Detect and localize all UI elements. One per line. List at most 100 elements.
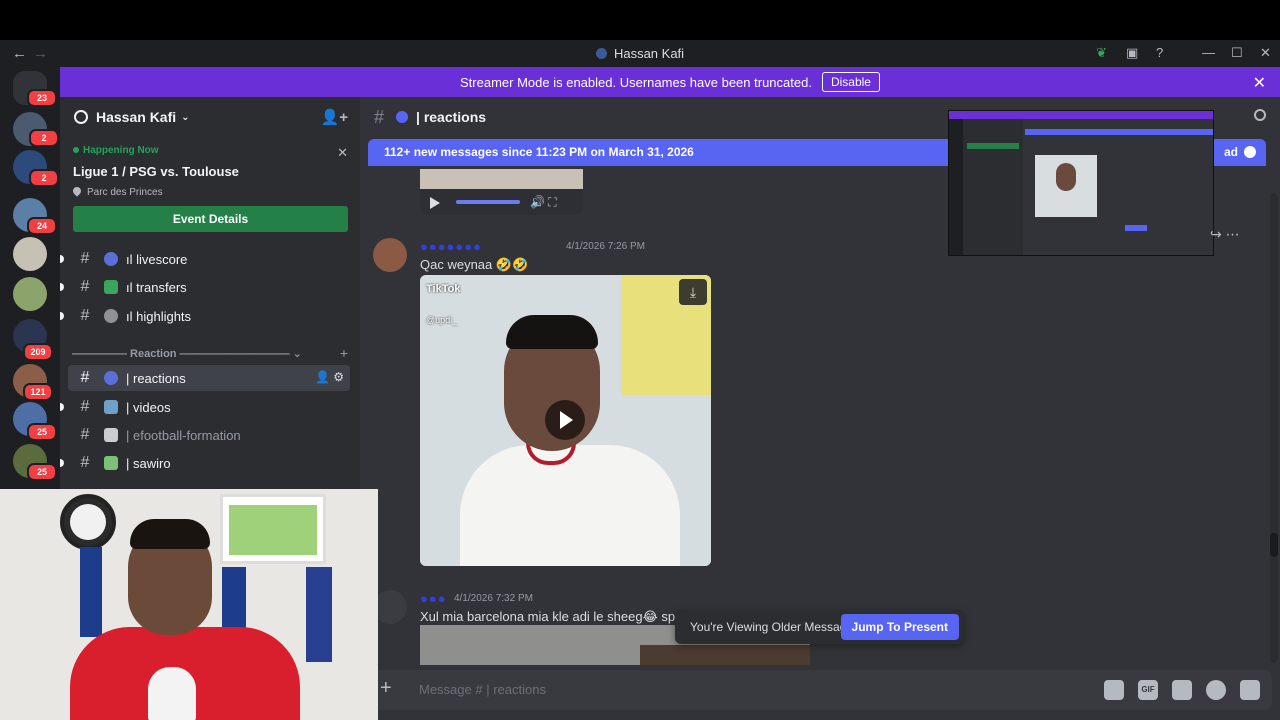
leaf-icon[interactable]: ❦ bbox=[1096, 45, 1107, 61]
screen-share-preview[interactable] bbox=[948, 110, 1214, 256]
channel-label: | efootball-formation bbox=[126, 427, 241, 443]
channel-title: | reactions bbox=[416, 109, 487, 125]
tactics-pitch bbox=[229, 505, 317, 555]
clock-face bbox=[70, 504, 106, 540]
channel-label: | reactions bbox=[126, 370, 186, 386]
pip-event-button bbox=[967, 143, 1019, 149]
unread-indicator bbox=[60, 283, 64, 291]
hash-icon: # bbox=[80, 454, 90, 471]
guild-header[interactable]: Hassan Kafi ⌄ 👤+ bbox=[60, 97, 360, 137]
video-thumbnail bbox=[420, 169, 583, 189]
event-location: Parc des Princes bbox=[71, 185, 348, 198]
previous-video-embed[interactable]: 🔊 ⛶ bbox=[420, 169, 583, 215]
globe-emoji-icon bbox=[396, 111, 409, 123]
help-icon[interactable]: ? bbox=[1156, 45, 1163, 60]
sticker-icon[interactable] bbox=[1172, 680, 1192, 700]
pip-jump bbox=[1125, 225, 1147, 231]
server-badge: 24 bbox=[27, 217, 57, 235]
message-author[interactable]: ●●● bbox=[420, 591, 447, 606]
wall-clock bbox=[60, 494, 116, 550]
message-input[interactable]: Message # | reactions bbox=[419, 682, 546, 697]
microphone bbox=[148, 667, 196, 720]
unread-indicator bbox=[60, 459, 64, 467]
server-badge: 2 bbox=[29, 169, 59, 187]
server-settings-icon bbox=[74, 110, 88, 124]
dice-emoji-icon bbox=[104, 428, 118, 442]
jump-to-present-button[interactable]: Jump To Present bbox=[840, 614, 959, 640]
minimize-icon[interactable]: — bbox=[1202, 45, 1215, 60]
event-title: Ligue 1 / PSG vs. Toulouse bbox=[73, 164, 239, 179]
live-dot-icon bbox=[73, 147, 79, 153]
maximize-icon[interactable]: ☐ bbox=[1231, 45, 1243, 61]
message-hover-actions[interactable]: ↪ ⋯ bbox=[1210, 226, 1240, 243]
channel-actions[interactable]: 👤 ⚙ bbox=[315, 370, 344, 384]
search-icon[interactable] bbox=[1254, 109, 1266, 121]
play-icon[interactable] bbox=[430, 197, 440, 209]
upload-plus-icon[interactable]: + bbox=[380, 677, 392, 700]
message-text: Qac weynaa 🤣🤣 bbox=[420, 257, 529, 272]
message-author[interactable]: ●●●●●●● bbox=[420, 239, 482, 254]
invite-people-icon[interactable]: 👤+ bbox=[321, 108, 348, 126]
pip-sidebar bbox=[963, 119, 1023, 255]
close-banner-icon[interactable]: ✕ bbox=[1253, 73, 1266, 93]
channel-label: | sawiro bbox=[126, 455, 171, 471]
channel-videos[interactable]: # | videos bbox=[60, 394, 350, 420]
home-badge: 23 bbox=[27, 89, 57, 107]
streamer-mode-banner: Streamer Mode is enabled. Usernames have… bbox=[60, 67, 1280, 97]
message-timestamp: 4/1/2026 7:26 PM bbox=[566, 241, 645, 252]
gif-icon[interactable]: GIF bbox=[1138, 680, 1158, 700]
message-composer[interactable]: + Message # | reactions GIF bbox=[368, 670, 1272, 710]
channel-livescore[interactable]: # ıl livescore bbox=[60, 246, 350, 272]
close-window-icon[interactable]: ✕ bbox=[1260, 45, 1271, 61]
server-icon[interactable] bbox=[13, 277, 47, 311]
channel-efootball-formation[interactable]: # | efootball-formation bbox=[68, 422, 350, 448]
play-button[interactable] bbox=[545, 400, 585, 440]
streamer-hair bbox=[130, 519, 210, 549]
server-icon[interactable] bbox=[13, 237, 47, 271]
pip-banner bbox=[949, 111, 1213, 119]
download-icon[interactable]: ⤓ bbox=[679, 279, 707, 305]
emoji-icon[interactable] bbox=[1206, 680, 1226, 700]
channel-sawiro[interactable]: # | sawiro bbox=[60, 450, 350, 476]
channel-transfers[interactable]: # ıl transfers bbox=[60, 274, 350, 300]
chevron-down-icon: ⌄ bbox=[181, 111, 190, 123]
channel-highlights[interactable]: # ıl highlights bbox=[60, 303, 350, 329]
message-text: Xul mia barcelona mia kle adi le sheeg😂 … bbox=[420, 609, 686, 624]
server-badge: 2 bbox=[29, 129, 59, 147]
mark-as-read-button[interactable]: ad bbox=[1224, 139, 1238, 166]
inbox-icon[interactable]: ▣ bbox=[1126, 45, 1138, 61]
chat-scrollbar[interactable] bbox=[1270, 193, 1278, 663]
server-badge: 25 bbox=[27, 423, 57, 441]
apps-icon[interactable] bbox=[1240, 680, 1260, 700]
category-reaction[interactable]: ————— Reaction —————————— ⌄ + bbox=[72, 345, 352, 361]
avatar[interactable] bbox=[373, 238, 407, 272]
avatar[interactable] bbox=[373, 590, 407, 624]
server-badge: 25 bbox=[27, 463, 57, 481]
message-timestamp: 4/1/2026 7:32 PM bbox=[454, 593, 533, 604]
channel-label: ıl livescore bbox=[126, 251, 188, 267]
volume-icon[interactable]: 🔊 ⛶ bbox=[530, 195, 557, 210]
server-badge: 209 bbox=[23, 343, 53, 361]
event-details-button[interactable]: Event Details bbox=[73, 206, 348, 232]
unread-indicator bbox=[60, 312, 64, 320]
unread-indicator bbox=[60, 255, 64, 263]
video-progress-bar[interactable] bbox=[456, 200, 520, 204]
channel-label: | videos bbox=[126, 399, 171, 415]
window-titlebar: ←→ Hassan Kafi ❦ ▣ ? — ☐ ✕ bbox=[0, 40, 1280, 67]
create-channel-icon[interactable]: + bbox=[340, 345, 348, 361]
pip-rail bbox=[949, 119, 963, 255]
disable-streamer-mode-button[interactable]: Disable bbox=[821, 72, 880, 92]
pip-face bbox=[1056, 163, 1076, 191]
tiktok-watermark: TikTok bbox=[426, 283, 461, 295]
video-attachment[interactable]: TikTok @updi_ ⤓ bbox=[420, 275, 711, 566]
video-jersey bbox=[460, 445, 680, 566]
picture-emoji-icon bbox=[104, 456, 118, 470]
channel-reactions[interactable]: # | reactions 👤 ⚙ bbox=[68, 365, 350, 391]
gift-icon[interactable] bbox=[1104, 680, 1124, 700]
hash-icon: # bbox=[374, 106, 385, 127]
scrollbar-thumb[interactable] bbox=[1270, 533, 1278, 557]
scarf bbox=[80, 547, 102, 637]
close-event-icon[interactable]: ✕ bbox=[337, 145, 348, 161]
older-messages-bar: You're Viewing Older Messages Jump To Pr… bbox=[675, 610, 963, 644]
new-messages-text: 112+ new messages since 11:23 PM on Marc… bbox=[384, 145, 694, 159]
